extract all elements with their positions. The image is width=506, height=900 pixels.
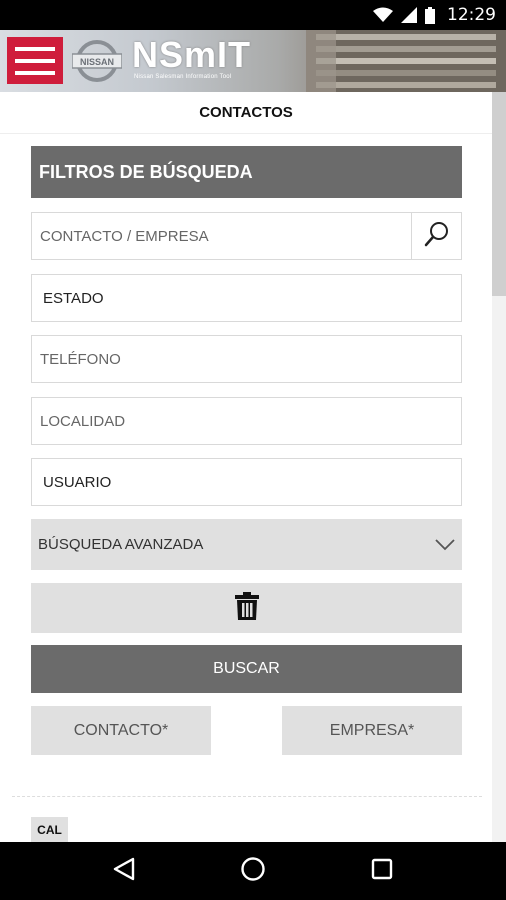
nissan-logo: NISSAN: [72, 40, 122, 82]
app-header: NISSAN NSmIT Nissan Salesman Information…: [0, 30, 506, 92]
telefono-field[interactable]: TELÉFONO: [31, 335, 462, 383]
recents-button[interactable]: [352, 842, 412, 900]
brand-title: NSmIT: [132, 34, 252, 75]
home-button[interactable]: [223, 842, 283, 900]
home-icon: [240, 856, 266, 887]
hamburger-line: [15, 58, 55, 63]
menu-button[interactable]: [7, 37, 63, 84]
page-title: CONTACTOS: [0, 92, 492, 134]
search-button[interactable]: [411, 213, 461, 259]
usuario-value: USUARIO: [43, 473, 112, 491]
usuario-select[interactable]: USUARIO: [31, 458, 462, 506]
contact-company-search-field[interactable]: CONTACTO / EMPRESA: [31, 212, 462, 260]
recents-icon: [371, 858, 393, 885]
telefono-placeholder: TELÉFONO: [40, 350, 121, 368]
nissan-logo-text: NISSAN: [80, 57, 114, 67]
advanced-search-label: BÚSQUEDA AVANZADA: [38, 536, 204, 553]
trash-icon: [234, 591, 260, 626]
battery-icon: [425, 6, 435, 24]
back-icon: [113, 857, 135, 886]
estado-value: ESTADO: [43, 289, 104, 307]
status-bar: 12:29: [0, 0, 506, 30]
filters-header: FILTROS DE BÚSQUEDA: [31, 146, 462, 198]
hamburger-line: [15, 70, 55, 75]
empresa-button[interactable]: EMPRESA*: [282, 706, 462, 755]
brand: NSmIT Nissan Salesman Information Tool: [132, 34, 252, 81]
contact-company-placeholder: CONTACTO / EMPRESA: [40, 227, 209, 245]
back-button[interactable]: [94, 842, 154, 900]
divider: [12, 796, 482, 797]
signal-icon: [401, 7, 417, 23]
result-tag: CAL: [31, 817, 68, 842]
buscar-button[interactable]: BUSCAR: [31, 645, 462, 693]
wifi-icon: [373, 7, 393, 23]
localidad-field[interactable]: LOCALIDAD: [31, 397, 462, 445]
localidad-placeholder: LOCALIDAD: [40, 412, 126, 430]
navigation-bar: [0, 842, 506, 900]
clear-filters-button[interactable]: [31, 583, 462, 633]
search-icon: [423, 220, 451, 252]
chevron-down-icon: [434, 534, 456, 558]
clock-time: 12:29: [447, 5, 496, 25]
hamburger-line: [15, 46, 55, 51]
scrollbar-thumb[interactable]: [492, 92, 506, 296]
advanced-search-toggle[interactable]: BÚSQUEDA AVANZADA: [31, 519, 462, 570]
contacto-button[interactable]: CONTACTO*: [31, 706, 211, 755]
estado-select[interactable]: ESTADO: [31, 274, 462, 322]
header-background-image: [306, 30, 506, 92]
